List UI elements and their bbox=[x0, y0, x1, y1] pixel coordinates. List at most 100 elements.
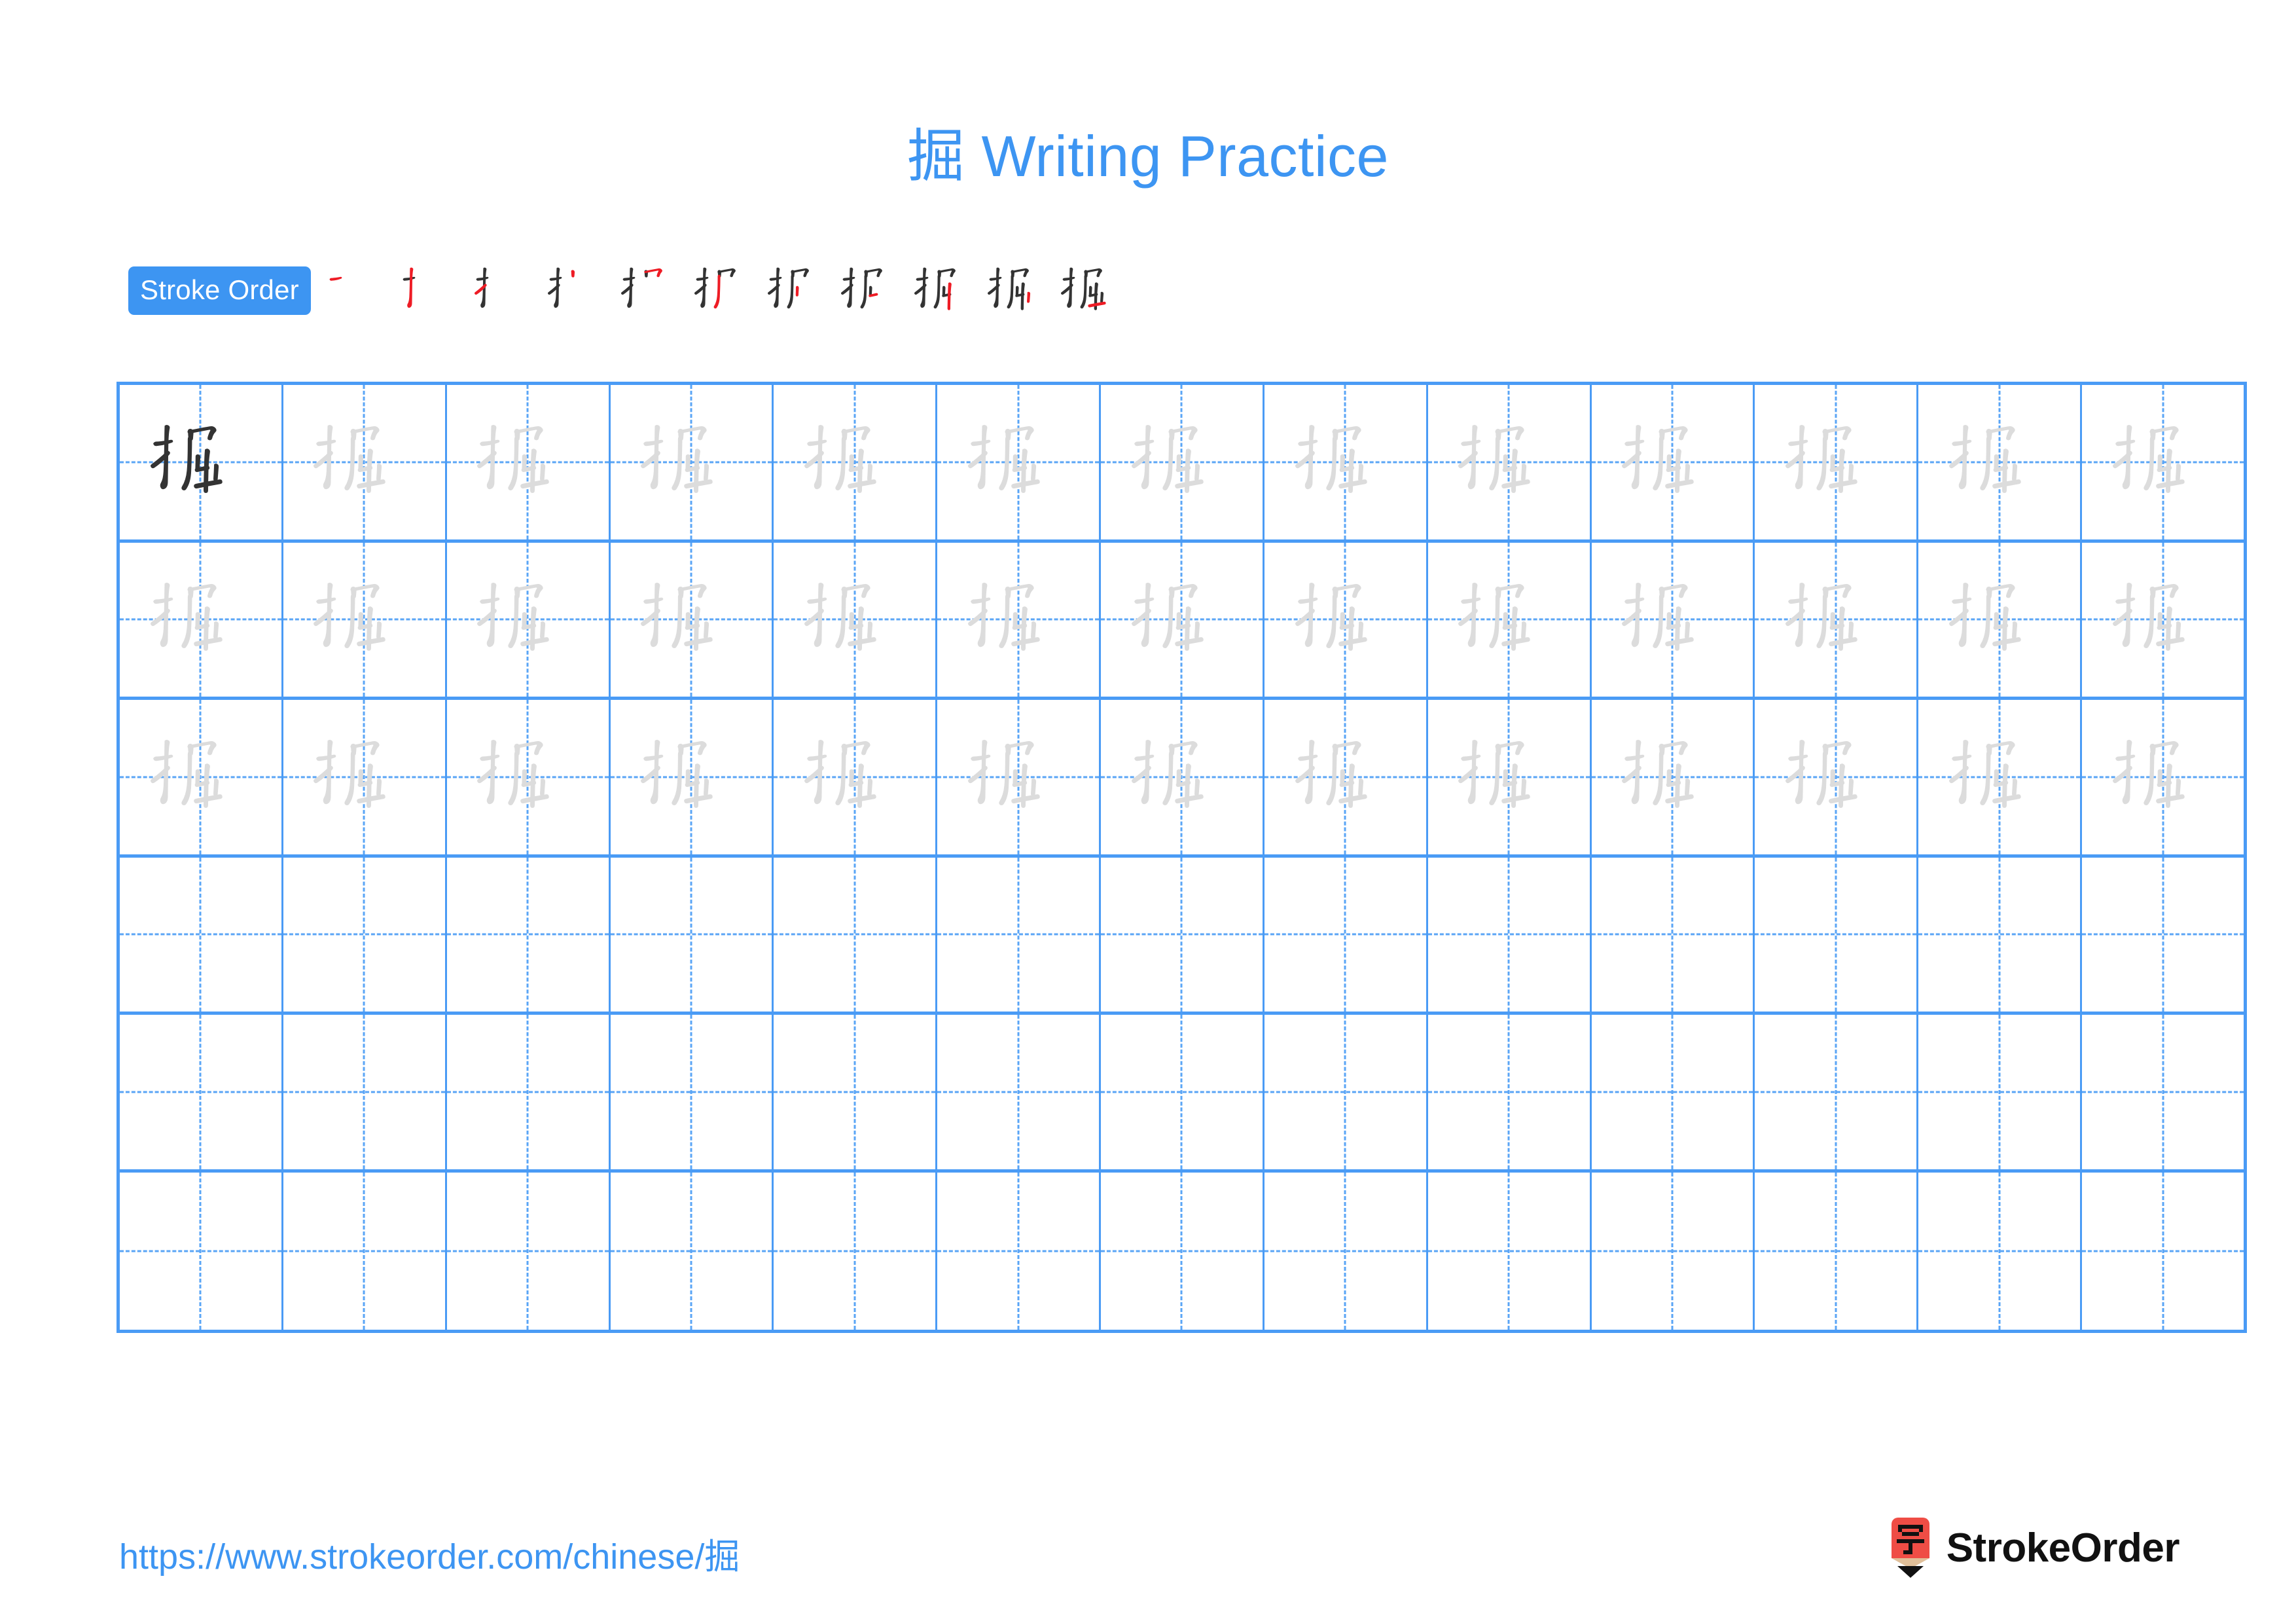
stroke-step-11 bbox=[1056, 254, 1129, 327]
practice-grid-cell[interactable] bbox=[283, 1172, 447, 1330]
practice-grid-cell[interactable] bbox=[937, 542, 1102, 697]
practice-grid-cell[interactable] bbox=[2082, 543, 2244, 697]
practice-grid-cell[interactable] bbox=[1755, 700, 1919, 854]
practice-grid-cell[interactable] bbox=[937, 857, 1102, 1012]
practice-grid-cell[interactable] bbox=[1101, 542, 1265, 697]
practice-grid-cell[interactable] bbox=[1755, 385, 1919, 539]
practice-grid-cell[interactable] bbox=[1101, 1172, 1265, 1330]
practice-grid-cell[interactable] bbox=[774, 700, 938, 854]
practice-grid-cell[interactable] bbox=[611, 385, 774, 539]
practice-grid-cell[interactable] bbox=[1918, 542, 2083, 697]
practice-grid-cell[interactable] bbox=[2082, 700, 2244, 854]
practice-grid-cell[interactable] bbox=[1918, 1172, 2083, 1330]
practice-grid-cell[interactable] bbox=[1918, 857, 2083, 1012]
practice-grid-cell[interactable] bbox=[1428, 700, 1592, 854]
practice-grid-row bbox=[120, 1172, 2244, 1330]
practice-grid-cell[interactable] bbox=[447, 1015, 611, 1169]
practice-grid-cell[interactable] bbox=[1101, 857, 1265, 1012]
practice-grid-cell[interactable] bbox=[774, 1172, 938, 1330]
practice-grid-cell[interactable] bbox=[774, 385, 938, 539]
trace-character bbox=[774, 700, 935, 854]
practice-grid-cell[interactable] bbox=[1265, 700, 1428, 854]
brand-name: StrokeOrder bbox=[1946, 1525, 2180, 1571]
practice-grid-cell[interactable] bbox=[120, 542, 283, 697]
practice-grid-cell[interactable] bbox=[1592, 857, 1755, 1012]
practice-grid-cell[interactable] bbox=[1592, 1172, 1755, 1330]
trace-character bbox=[774, 385, 935, 539]
practice-grid-cell[interactable] bbox=[1592, 385, 1755, 539]
practice-grid-cell[interactable] bbox=[447, 385, 611, 539]
trace-character bbox=[937, 700, 1099, 854]
practice-grid-cell[interactable] bbox=[283, 542, 447, 697]
practice-grid-cell[interactable] bbox=[120, 1015, 283, 1169]
model-character bbox=[120, 385, 281, 539]
practice-grid-cell[interactable] bbox=[2082, 385, 2244, 539]
practice-grid-cell[interactable] bbox=[120, 700, 283, 854]
practice-grid-cell[interactable] bbox=[1755, 857, 1919, 1012]
practice-grid-cell[interactable] bbox=[611, 542, 774, 697]
practice-grid-cell[interactable] bbox=[1101, 385, 1265, 539]
practice-grid-cell[interactable] bbox=[611, 700, 774, 854]
practice-grid-cell[interactable] bbox=[937, 1015, 1102, 1169]
practice-grid-cell[interactable] bbox=[447, 700, 611, 854]
practice-grid-cell[interactable] bbox=[2082, 1173, 2244, 1330]
practice-grid-cell[interactable] bbox=[283, 700, 447, 854]
practice-grid-cell[interactable] bbox=[1918, 700, 2083, 854]
strokeorder-pencil-icon bbox=[1889, 1518, 1932, 1578]
practice-grid-cell[interactable] bbox=[1265, 385, 1428, 539]
practice-grid-cell[interactable] bbox=[120, 385, 283, 539]
practice-grid-cell[interactable] bbox=[611, 857, 774, 1012]
stroke-step-1 bbox=[323, 254, 396, 327]
practice-grid-cell[interactable] bbox=[1428, 1015, 1592, 1169]
practice-grid-cell[interactable] bbox=[1755, 1015, 1919, 1169]
trace-character bbox=[1101, 543, 1263, 697]
practice-grid-cell[interactable] bbox=[774, 542, 938, 697]
practice-grid-cell[interactable] bbox=[120, 1172, 283, 1330]
stroke-step-9 bbox=[909, 254, 982, 327]
practice-grid-cell[interactable] bbox=[1265, 542, 1428, 697]
trace-character bbox=[447, 543, 609, 697]
practice-grid-cell[interactable] bbox=[937, 700, 1102, 854]
practice-grid-cell[interactable] bbox=[283, 1015, 447, 1169]
practice-grid-cell[interactable] bbox=[1101, 700, 1265, 854]
practice-grid-cell[interactable] bbox=[1592, 542, 1755, 697]
trace-character bbox=[1101, 385, 1263, 539]
practice-grid-cell[interactable] bbox=[2082, 858, 2244, 1012]
practice-grid-cell[interactable] bbox=[1265, 857, 1428, 1012]
practice-grid-cell[interactable] bbox=[447, 857, 611, 1012]
practice-grid-cell[interactable] bbox=[120, 857, 283, 1012]
trace-character bbox=[120, 543, 281, 697]
practice-grid-cell[interactable] bbox=[1592, 1015, 1755, 1169]
practice-grid-cell[interactable] bbox=[1265, 1015, 1428, 1169]
practice-grid-cell[interactable] bbox=[611, 1015, 774, 1169]
trace-character bbox=[1265, 700, 1426, 854]
practice-grid-cell[interactable] bbox=[283, 857, 447, 1012]
stroke-step-7 bbox=[762, 254, 836, 327]
practice-grid-cell[interactable] bbox=[447, 542, 611, 697]
practice-grid-cell[interactable] bbox=[1428, 1172, 1592, 1330]
practice-grid-cell[interactable] bbox=[611, 1172, 774, 1330]
practice-grid-cell[interactable] bbox=[1428, 385, 1592, 539]
trace-character bbox=[1755, 543, 1916, 697]
practice-grid-cell[interactable] bbox=[447, 1172, 611, 1330]
practice-grid-cell[interactable] bbox=[937, 385, 1102, 539]
trace-character bbox=[611, 543, 772, 697]
practice-grid-cell[interactable] bbox=[774, 857, 938, 1012]
practice-grid-cell[interactable] bbox=[1592, 700, 1755, 854]
practice-grid-cell[interactable] bbox=[1428, 542, 1592, 697]
practice-grid-cell[interactable] bbox=[1918, 385, 2083, 539]
trace-character bbox=[1592, 385, 1753, 539]
stroke-step-6 bbox=[689, 254, 762, 327]
footer-url[interactable]: https://www.strokeorder.com/chinese/掘 bbox=[119, 1527, 740, 1579]
practice-grid-cell[interactable] bbox=[2082, 1015, 2244, 1169]
practice-grid-cell[interactable] bbox=[1428, 857, 1592, 1012]
practice-grid-cell[interactable] bbox=[937, 1172, 1102, 1330]
practice-grid-cell[interactable] bbox=[1755, 542, 1919, 697]
practice-grid-cell[interactable] bbox=[1755, 1172, 1919, 1330]
practice-grid-cell[interactable] bbox=[1101, 1015, 1265, 1169]
practice-grid-cell[interactable] bbox=[283, 385, 447, 539]
practice-grid-cell[interactable] bbox=[1918, 1015, 2083, 1169]
trace-character bbox=[1265, 385, 1426, 539]
practice-grid-cell[interactable] bbox=[1265, 1172, 1428, 1330]
practice-grid-cell[interactable] bbox=[774, 1015, 938, 1169]
